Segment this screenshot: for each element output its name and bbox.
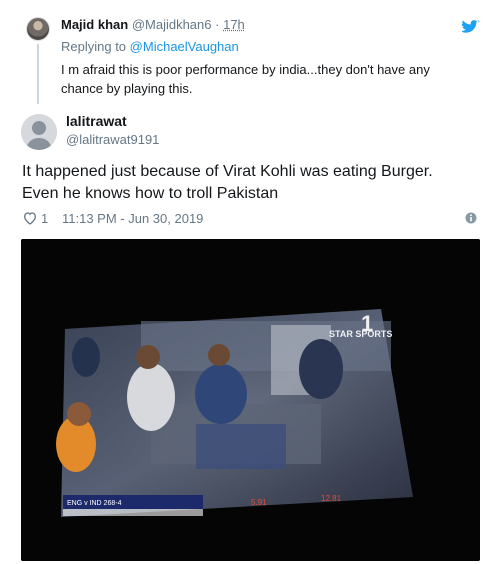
tv-screen-photo: STAR SPORTS 1 ENG v IND 268-4 5.91 12.81: [21, 239, 480, 561]
replying-prefix: Replying to: [61, 39, 127, 54]
tweet-timestamp[interactable]: 11:13 PM - Jun 30, 2019: [62, 211, 203, 226]
default-avatar-icon: [21, 114, 57, 150]
parent-author-name[interactable]: Majid khan: [61, 17, 128, 32]
screen-number-2: 12.81: [321, 494, 342, 503]
separator-dot: ·: [215, 17, 220, 32]
tweet-text: It happened just because of Virat Kohli …: [22, 163, 433, 202]
screen-number-1: 5.91: [251, 498, 267, 507]
replying-to: Replying to @MichaelVaughan: [61, 39, 239, 54]
tweet-media-photo[interactable]: STAR SPORTS 1 ENG v IND 268-4 5.91 12.81: [21, 239, 480, 561]
author-name[interactable]: lalitrawat: [66, 113, 127, 129]
parent-avatar[interactable]: [26, 17, 50, 41]
channel-number: 1: [361, 311, 373, 336]
twitter-bird-icon[interactable]: [462, 20, 480, 35]
replying-mention-link[interactable]: @MichaelVaughan: [130, 39, 239, 54]
author-handle[interactable]: @lalitrawat9191: [66, 132, 159, 147]
score-bar-text: ENG v IND 268-4: [67, 500, 122, 507]
parent-time[interactable]: 17h: [223, 17, 245, 32]
parent-author-handle[interactable]: @Majidkhan6: [132, 17, 212, 32]
parent-header: Majid khan @Majidkhan6 · 17h: [61, 16, 481, 34]
parent-tweet-text: I m afraid this is poor performance by i…: [61, 62, 430, 96]
info-icon[interactable]: [465, 212, 477, 224]
tweet-meta: 1 11:13 PM - Jun 30, 2019: [22, 210, 478, 228]
thread-line: [37, 44, 39, 104]
heart-icon[interactable]: [22, 210, 38, 226]
like-count[interactable]: 1: [41, 211, 48, 226]
author-avatar[interactable]: [21, 114, 57, 150]
tweet-embed: Majid khan @Majidkhan6 · 17h Replying to…: [0, 0, 486, 564]
